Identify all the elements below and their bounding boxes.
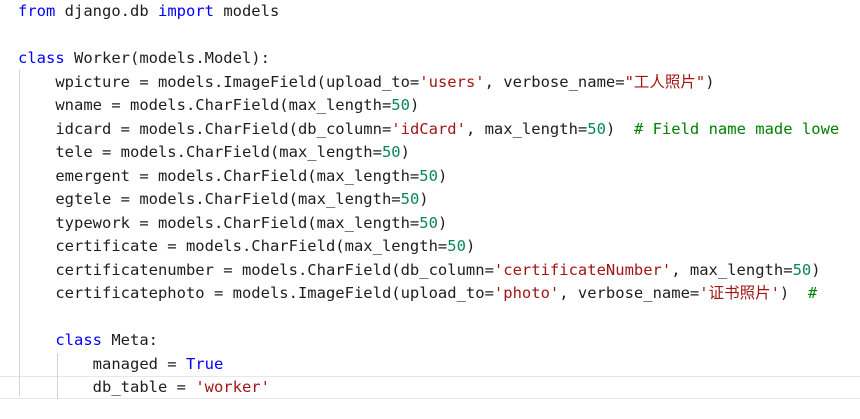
code-token-str: 'worker' [195,378,270,396]
code-token-plain: , verbose_name= [559,284,700,302]
code-token-plain: django.db [55,2,158,20]
code-line[interactable]: class Meta: [18,329,839,353]
code-token-num: 50 [400,190,420,208]
code-token-plain: managed = [18,354,186,373]
code-token-plain: ) [409,96,420,114]
code-token-plain: emergent = models.CharField(max_length= [18,166,420,185]
code-token-plain: models [213,2,280,20]
code-token-str: '证书照片' [699,284,780,302]
code-token-plain: ) [465,237,476,255]
code-line[interactable]: from django.db import models [18,0,839,24]
code-line[interactable] [18,24,839,48]
code-token-plain: db_table = [18,378,196,396]
code-line[interactable]: class Worker(models.Model): [18,47,839,71]
code-line[interactable]: certificatenumber = models.CharField(db_… [18,259,839,283]
code-token-plain: ) [605,119,634,138]
code-token-plain: wname = models.CharField(max_length= [18,96,392,114]
code-token-plain: ) [437,213,448,232]
code-token-plain: Meta: [102,331,158,349]
code-token-num: 50 [391,96,410,114]
code-token-plain: typework = models.CharField(max_length= [18,213,420,232]
code-token-str: 'users' [419,72,485,91]
code-line[interactable] [18,306,839,330]
code-token-plain: , max_length= [671,260,793,279]
code-line[interactable]: egtele = models.CharField(max_length=50) [18,188,839,212]
code-line[interactable]: tele = models.CharField(max_length=50) [18,141,839,165]
code-token-str: "工人照片" [624,72,706,91]
code-token-plain: tele = models.CharField(max_length= [18,143,382,161]
code-token-plain: ) [437,166,448,185]
code-token-str: 'photo' [493,284,560,302]
code-line[interactable]: certificate = models.CharField(max_lengt… [18,235,839,259]
code-token-num: 50 [419,166,438,185]
code-token-num: 50 [419,213,438,232]
code-line[interactable]: managed = True [18,353,839,377]
code-text-area[interactable]: from django.db import models class Worke… [18,0,839,400]
code-line[interactable]: emergent = models.CharField(max_length=5… [18,165,839,189]
code-token-cmt: # Field name made lowe [633,119,840,138]
code-token-plain: certificatephoto = models.ImageField(upl… [18,284,494,302]
code-token-cmt: # [807,284,818,302]
code-token-kw: True [185,354,224,373]
code-line[interactable]: wname = models.CharField(max_length=50) [18,94,839,118]
code-token-plain: ) [400,143,410,161]
code-token-plain: ) [705,72,715,91]
code-token-plain: idcard = models.CharField(db_column= [18,119,392,138]
code-token-plain: ) [419,190,429,208]
code-line[interactable]: wpicture = models.ImageField(upload_to='… [18,71,839,95]
code-token-num: 50 [381,143,401,161]
code-token-plain: ) [779,284,808,302]
code-line[interactable]: idcard = models.CharField(db_column='idC… [18,118,839,142]
code-token-kw: class [55,331,102,349]
code-token-plain: certificatenumber = models.CharField(db_… [18,260,494,279]
code-token-plain: egtele = models.CharField(max_length= [18,190,401,208]
code-token-kw: from [18,2,56,20]
code-token-str: 'certificateNumber' [493,260,672,279]
code-line[interactable]: certificatephoto = models.ImageField(upl… [18,282,839,306]
code-token-plain: wpicture = models.ImageField(upload_to= [18,72,420,91]
code-token-plain: ) [811,260,821,279]
code-token-plain: , max_length= [465,119,588,138]
code-token-kw: import [157,2,214,20]
code-token-num: 50 [447,237,466,255]
code-editor[interactable]: from django.db import models class Worke… [0,0,860,419]
code-token-plain: Worker(models.Model): [64,49,270,67]
code-token-str: 'idCard' [391,119,466,138]
code-token-plain: , verbose_name= [484,72,625,91]
code-line[interactable]: typework = models.CharField(max_length=5… [18,212,839,236]
code-token-kw: class [18,49,65,67]
code-line[interactable]: db_table = 'worker' [18,376,839,400]
code-token-num: 50 [792,260,812,279]
code-token-num: 50 [587,119,606,138]
code-token-plain: certificate = models.CharField(max_lengt… [18,237,448,255]
